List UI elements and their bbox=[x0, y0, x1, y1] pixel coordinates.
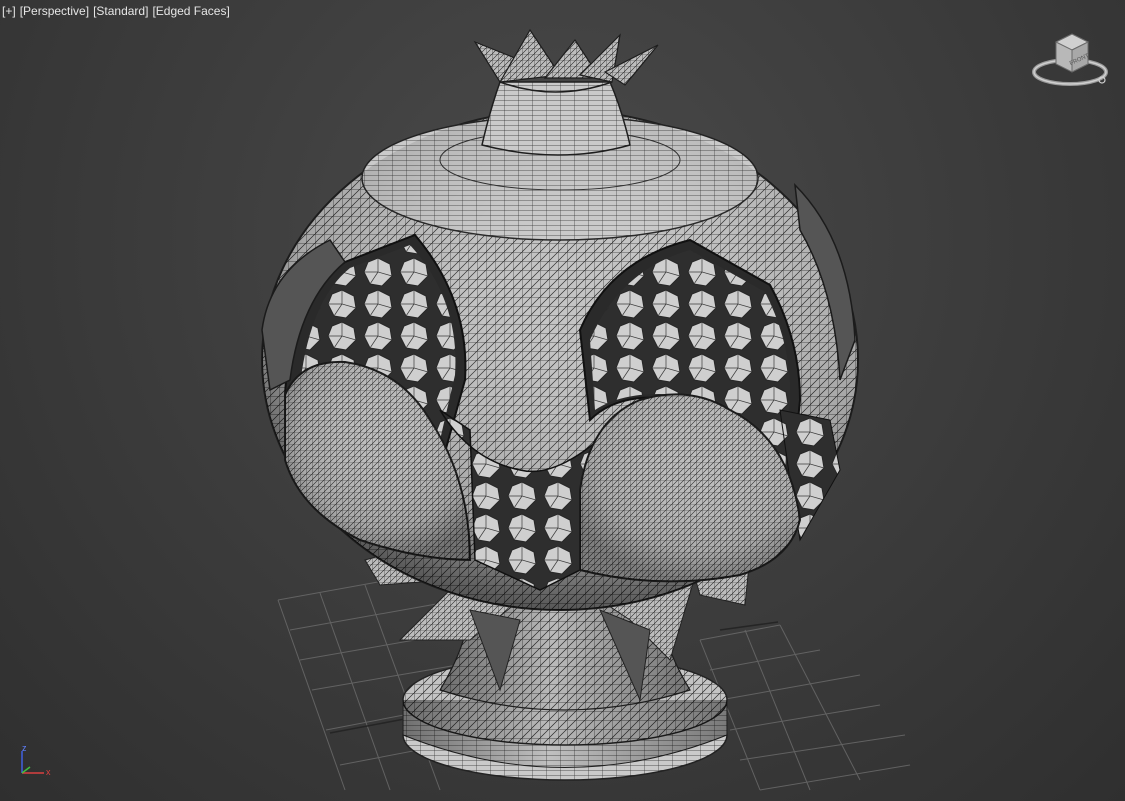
axis-tripod-icon: x z bbox=[21, 745, 51, 777]
scene-canvas[interactable] bbox=[0, 0, 1125, 801]
viewcube-icon[interactable]: FRONT bbox=[1030, 28, 1110, 94]
perspective-viewport[interactable]: [+] [Perspective] [Standard] [Edged Faces] … bbox=[0, 0, 1125, 801]
viewport-shading-menu[interactable]: [Standard] bbox=[93, 4, 148, 18]
viewport-display-menu[interactable]: [Edged Faces] bbox=[152, 4, 229, 18]
viewport-label-bar: [+] [Perspective] [Standard] [Edged Faces] bbox=[2, 4, 234, 18]
axis-x-label: x bbox=[46, 767, 51, 777]
axis-z-label: z bbox=[22, 745, 27, 753]
viewport-view-menu[interactable]: [Perspective] bbox=[20, 4, 89, 18]
viewport-plus-menu[interactable]: [+] bbox=[2, 4, 16, 18]
